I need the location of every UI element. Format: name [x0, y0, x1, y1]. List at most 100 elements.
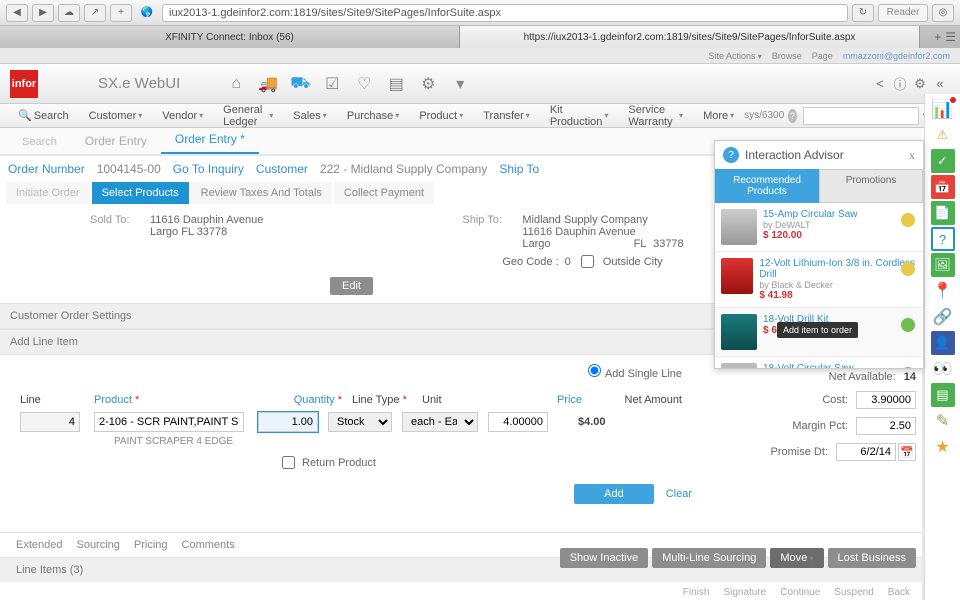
customer-link[interactable]: Customer: [256, 162, 308, 176]
tab-sourcing[interactable]: Sourcing: [76, 539, 119, 551]
tab-order-entry[interactable]: Order Entry: [71, 128, 161, 154]
rail-star-icon[interactable]: ★: [931, 435, 955, 459]
advisor-item[interactable]: 12-Volt Lithium-Ion 3/8 in. Cordless Dri…: [715, 252, 923, 308]
rail-doc-icon[interactable]: 📄: [931, 201, 955, 225]
truck-icon[interactable]: 🚚: [254, 70, 282, 98]
linetype-select[interactable]: Stock: [328, 412, 392, 432]
url-bar[interactable]: iux2013-1.gdeinfor2.com:1819/sites/Site9…: [162, 4, 848, 22]
advisor-help-icon[interactable]: ?: [723, 147, 739, 163]
shipto-link[interactable]: Ship To: [499, 162, 539, 176]
rail-help-icon[interactable]: ?: [931, 227, 955, 251]
menu-caret-icon[interactable]: ▾: [446, 70, 474, 98]
cloud-icon[interactable]: ☁: [58, 4, 80, 22]
browser-tab[interactable]: https://iux2013-1.gdeinfor2.com:1819/sit…: [460, 26, 920, 48]
tab-comments[interactable]: Comments: [182, 539, 235, 551]
rail-contact-icon[interactable]: 👤: [931, 331, 955, 355]
tab-menu-icon[interactable]: ☰: [945, 30, 956, 44]
margin-input[interactable]: [856, 417, 916, 435]
menu-sales[interactable]: Sales: [283, 110, 337, 122]
tab-add-icon[interactable]: +: [934, 30, 941, 44]
col-price[interactable]: Price: [502, 394, 582, 406]
forward-button[interactable]: ▶: [32, 4, 54, 22]
edit-button[interactable]: Edit: [330, 277, 373, 295]
advisor-item[interactable]: 15-Amp Circular Sawby DeWALT$ 120.00: [715, 203, 923, 252]
browser-tab[interactable]: XFINITY Connect: Inbox (56): [0, 26, 460, 48]
reader-button[interactable]: Reader: [878, 4, 928, 22]
reload-button[interactable]: ↻: [852, 4, 874, 22]
lost-business-button[interactable]: Lost Business: [828, 548, 916, 568]
menu-more[interactable]: More: [693, 110, 744, 122]
home-icon[interactable]: ⌂: [222, 70, 250, 98]
add-button[interactable]: +: [110, 4, 132, 22]
col-qty[interactable]: Quantity *: [258, 394, 342, 406]
rail-alert-icon[interactable]: ⚠: [931, 123, 955, 147]
show-inactive-button[interactable]: Show Inactive: [560, 548, 648, 568]
step-initiate[interactable]: Initiate Order: [6, 182, 90, 204]
footer-continue[interactable]: Continue: [780, 587, 820, 598]
quantity-input[interactable]: [258, 412, 318, 432]
price-input[interactable]: [488, 412, 548, 432]
rail-pin-icon[interactable]: 📍: [931, 279, 955, 303]
add-button[interactable]: Add: [574, 484, 654, 504]
task-icon[interactable]: ☑: [318, 70, 346, 98]
sp-page[interactable]: Page: [812, 51, 833, 61]
chart-icon[interactable]: ▤: [382, 70, 410, 98]
rail-calendar-icon[interactable]: 📅: [931, 175, 955, 199]
footer-finish[interactable]: Finish: [683, 587, 710, 598]
footer-back[interactable]: Back: [888, 587, 910, 598]
forklift-icon[interactable]: ⛟: [286, 70, 314, 98]
goto-inquiry-link[interactable]: Go To Inquiry: [173, 162, 244, 176]
menu-product[interactable]: Product: [409, 110, 473, 122]
advisor-tab-promotions[interactable]: Promotions: [819, 169, 923, 203]
workspace-search[interactable]: Search: [8, 130, 71, 154]
menu-vendor[interactable]: Vendor: [152, 110, 213, 122]
sp-browse[interactable]: Browse: [772, 51, 802, 61]
tab-pricing[interactable]: Pricing: [134, 539, 168, 551]
menu-customer[interactable]: Customer: [79, 110, 153, 122]
info-icon[interactable]: ⓘ: [890, 74, 910, 93]
multiline-button[interactable]: Multi-Line Sourcing: [652, 548, 766, 568]
menu-gl[interactable]: General Ledger: [213, 104, 283, 128]
quick-search-input[interactable]: [803, 107, 919, 125]
rail-edit-icon[interactable]: ✎: [931, 409, 955, 433]
advisor-close-icon[interactable]: x: [909, 148, 915, 163]
line-input[interactable]: [20, 412, 80, 432]
sp-user[interactable]: mmazzoni@gdeinfor2.com: [843, 51, 950, 61]
outside-city-checkbox[interactable]: [581, 255, 594, 268]
menu-transfer[interactable]: Transfer: [473, 110, 540, 122]
tab-order-entry-active[interactable]: Order Entry *: [161, 126, 259, 154]
rail-binoculars-icon[interactable]: 👀: [931, 357, 955, 381]
tab-extended[interactable]: Extended: [16, 539, 62, 551]
rail-check-icon[interactable]: ✓: [931, 149, 955, 173]
step-review[interactable]: Review Taxes And Totals: [191, 182, 332, 204]
clear-link[interactable]: Clear: [666, 488, 692, 500]
rail-link-icon[interactable]: 🔗: [931, 305, 955, 329]
rail-list-icon[interactable]: ▤: [931, 383, 955, 407]
step-payment[interactable]: Collect Payment: [334, 182, 434, 204]
cost-input[interactable]: [856, 391, 916, 409]
menu-warranty[interactable]: Service Warranty: [618, 104, 693, 128]
menu-purchase[interactable]: Purchase: [337, 110, 410, 122]
return-checkbox[interactable]: [282, 456, 295, 469]
rail-chart-icon[interactable]: 📊: [931, 97, 955, 121]
unit-select[interactable]: each - Each: [402, 412, 478, 432]
rail-image-icon[interactable]: 🖼: [931, 253, 955, 277]
step-select-products[interactable]: Select Products: [92, 182, 189, 204]
promise-input[interactable]: [836, 443, 896, 461]
advisor-item[interactable]: 18-Volt Drill Kit$ 69.99 Add item to ord…: [715, 308, 923, 357]
add-single-line-radio[interactable]: Add Single Line: [583, 361, 682, 380]
move-button[interactable]: Move: [770, 548, 823, 568]
downloads-icon[interactable]: ◎: [932, 4, 954, 22]
heart-icon[interactable]: ♡: [350, 70, 378, 98]
footer-suspend[interactable]: Suspend: [834, 587, 873, 598]
advisor-tab-recommended[interactable]: Recommended Products: [715, 169, 819, 203]
share-icon[interactable]: ↗: [84, 4, 106, 22]
sys-help-icon[interactable]: ?: [788, 109, 797, 123]
col-product[interactable]: Product *: [94, 394, 258, 406]
collapse-icon[interactable]: «: [930, 76, 950, 91]
advisor-item[interactable]: 18-Volt Circular Saw: [715, 357, 923, 368]
footer-signature[interactable]: Signature: [723, 587, 766, 598]
share-icon[interactable]: <: [870, 76, 890, 91]
site-actions[interactable]: Site Actions: [708, 51, 761, 61]
search-menu[interactable]: 🔍 Search: [8, 109, 79, 122]
